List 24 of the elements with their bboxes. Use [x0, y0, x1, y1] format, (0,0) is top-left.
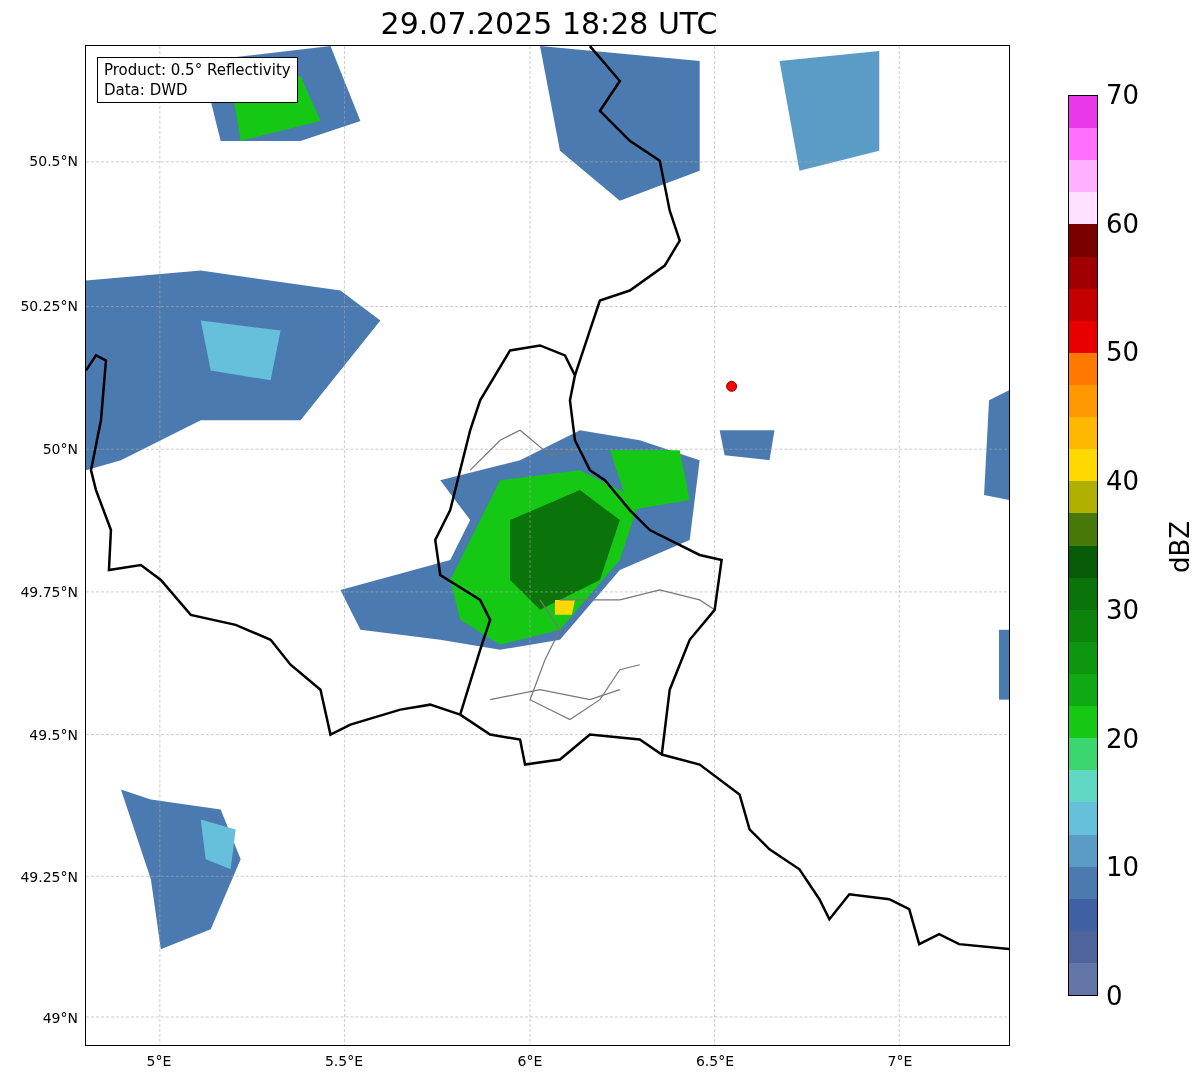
y-tick-label: 50.5°N: [29, 152, 78, 170]
colorbar-tick-label: 10: [1106, 852, 1140, 883]
y-tick-label: 49.5°N: [29, 726, 78, 744]
colorbar-tick-label: 20: [1106, 723, 1140, 754]
chart-title: 29.07.2025 18:28 UTC: [379, 5, 719, 43]
y-tick-label: 49°N: [42, 1009, 78, 1027]
y-tick-label: 49.75°N: [20, 583, 78, 601]
colorbar-label: dBZ: [1165, 519, 1195, 576]
colorbar-tick-label: 30: [1106, 594, 1140, 625]
colorbar-tick-label: 0: [1106, 981, 1123, 1011]
x-tick-label: 7°E: [886, 1052, 914, 1070]
colorbar-tick-label: 60: [1106, 208, 1140, 239]
x-tick-label: 5.5°E: [323, 1052, 365, 1070]
colorbar-tick-label: 70: [1106, 80, 1140, 110]
x-tick-label: 6.5°E: [694, 1052, 736, 1070]
colorbar-tick-label: 50: [1106, 337, 1140, 368]
info-text: Product: 0.5° Reflectivity: [104, 60, 291, 80]
x-tick-label: 5°E: [145, 1052, 173, 1070]
info-text: Data: DWD: [104, 80, 189, 100]
x-tick-label: 6°E: [516, 1052, 544, 1070]
y-tick-label: 50°N: [42, 440, 78, 458]
colorbar-tick-label: 40: [1106, 466, 1140, 497]
y-tick-label: 50.25°N: [20, 297, 78, 315]
y-tick-label: 49.25°N: [20, 868, 78, 886]
